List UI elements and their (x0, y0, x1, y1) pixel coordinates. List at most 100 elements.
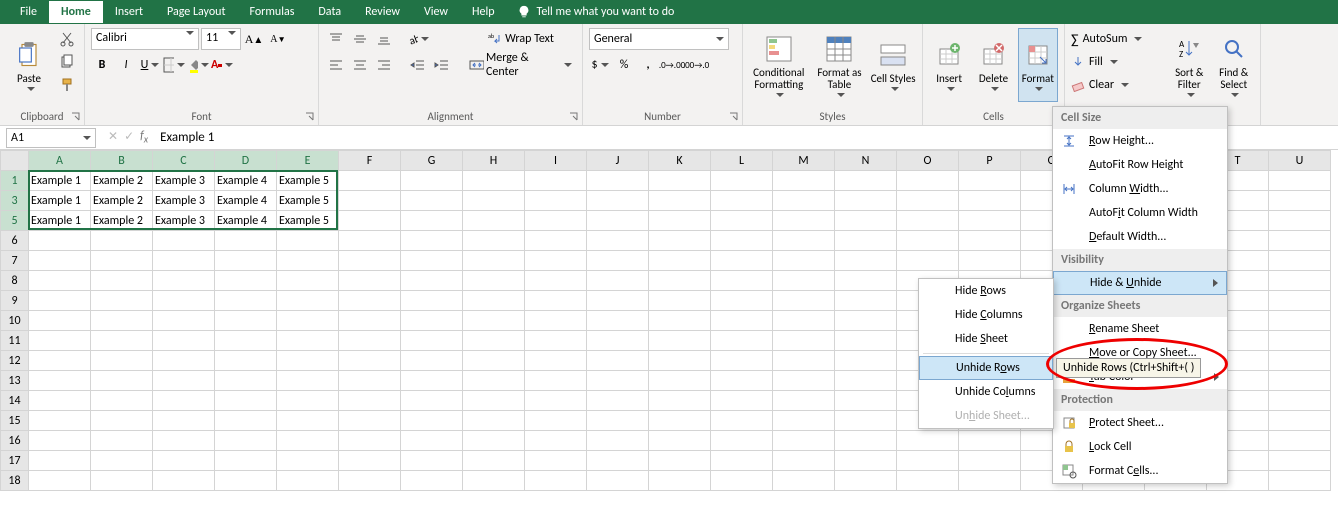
cell[interactable] (91, 351, 153, 371)
cell[interactable] (277, 291, 339, 311)
cell[interactable] (401, 291, 463, 311)
cell[interactable] (587, 431, 649, 451)
cell[interactable] (29, 371, 91, 391)
cell[interactable] (959, 171, 1021, 191)
cell[interactable] (277, 271, 339, 291)
cell[interactable] (773, 211, 835, 231)
cell[interactable] (463, 191, 525, 211)
cell[interactable] (649, 371, 711, 391)
cell[interactable] (91, 431, 153, 451)
cell[interactable] (463, 431, 525, 451)
cell[interactable] (401, 251, 463, 271)
cell[interactable] (1269, 251, 1331, 271)
menu-autofit-row[interactable]: AutoFit Row HeightAutoFit Row Height (1053, 153, 1227, 177)
cell[interactable] (215, 251, 277, 271)
cell[interactable] (215, 271, 277, 291)
row-header[interactable]: 12 (1, 351, 29, 371)
cell[interactable] (91, 471, 153, 491)
cell[interactable] (277, 311, 339, 331)
cell[interactable] (463, 411, 525, 431)
cell[interactable] (525, 451, 587, 471)
cell[interactable] (91, 331, 153, 351)
cell[interactable] (835, 451, 897, 471)
find-select-button[interactable]: Find & Select (1214, 28, 1255, 102)
cell[interactable] (835, 351, 897, 371)
cell[interactable] (587, 251, 649, 271)
cell[interactable] (215, 391, 277, 411)
cell[interactable] (401, 311, 463, 331)
cell[interactable]: Example 2 (91, 171, 153, 191)
menu-hide-columns[interactable]: Hide ColumnsHide Columns (919, 303, 1053, 327)
cell[interactable] (91, 231, 153, 251)
cell-styles-button[interactable]: Cell Styles (870, 28, 916, 102)
cell[interactable] (711, 371, 773, 391)
cell[interactable] (773, 391, 835, 411)
column-header[interactable]: J (587, 151, 649, 171)
cell[interactable] (835, 271, 897, 291)
cell[interactable] (711, 271, 773, 291)
cell[interactable] (959, 231, 1021, 251)
align-left-button[interactable] (325, 54, 347, 76)
cell[interactable] (959, 451, 1021, 471)
cell[interactable] (401, 451, 463, 471)
cell[interactable] (649, 191, 711, 211)
cell[interactable] (525, 211, 587, 231)
italic-button[interactable]: I (115, 54, 137, 76)
row-header[interactable]: 5 (1, 211, 29, 231)
cell[interactable] (897, 191, 959, 211)
cell[interactable]: Example 4 (215, 211, 277, 231)
row-header[interactable]: 11 (1, 331, 29, 351)
column-header[interactable]: O (897, 151, 959, 171)
menu-rename-sheet[interactable]: Rename SheetRename Sheet (1053, 317, 1227, 341)
cell[interactable] (959, 211, 1021, 231)
cell[interactable] (29, 311, 91, 331)
cell[interactable] (711, 331, 773, 351)
cell[interactable] (215, 311, 277, 331)
tab-insert[interactable]: Insert (103, 1, 155, 23)
font-size-select[interactable]: 11 (201, 28, 241, 50)
cell[interactable] (215, 451, 277, 471)
row-header[interactable]: 16 (1, 431, 29, 451)
cell[interactable] (711, 251, 773, 271)
cell[interactable] (773, 271, 835, 291)
cell[interactable] (339, 371, 401, 391)
menu-default-width[interactable]: Default Width...Default Width... (1053, 225, 1227, 249)
align-bottom-button[interactable] (373, 28, 395, 50)
cell[interactable] (29, 231, 91, 251)
row-header[interactable]: 1 (1, 171, 29, 191)
cell[interactable] (277, 391, 339, 411)
cell[interactable] (649, 351, 711, 371)
percent-button[interactable]: % (613, 54, 635, 76)
font-color-button[interactable]: A (211, 54, 233, 76)
cell[interactable] (587, 191, 649, 211)
cell[interactable] (525, 271, 587, 291)
cell[interactable] (525, 251, 587, 271)
row-header[interactable]: 14 (1, 391, 29, 411)
row-header[interactable]: 9 (1, 291, 29, 311)
cell[interactable] (525, 191, 587, 211)
row-header[interactable]: 6 (1, 231, 29, 251)
cell[interactable] (463, 351, 525, 371)
cell[interactable] (277, 431, 339, 451)
number-format-select[interactable]: General (589, 28, 729, 50)
cell[interactable] (959, 471, 1021, 491)
cell[interactable] (959, 431, 1021, 451)
cell[interactable] (215, 431, 277, 451)
cell[interactable] (29, 251, 91, 271)
cell[interactable] (91, 371, 153, 391)
cell[interactable] (587, 271, 649, 291)
tab-data[interactable]: Data (306, 1, 353, 23)
cell[interactable] (649, 451, 711, 471)
column-header[interactable]: B (91, 151, 153, 171)
accounting-format-button[interactable]: $ (589, 54, 611, 76)
orientation-button[interactable]: ab (407, 28, 429, 50)
cell[interactable] (711, 211, 773, 231)
cell[interactable] (587, 231, 649, 251)
cell[interactable] (339, 251, 401, 271)
cell[interactable] (959, 191, 1021, 211)
menu-unhide-columns[interactable]: Unhide ColumnsUnhide Columns (919, 380, 1053, 404)
tab-review[interactable]: Review (353, 1, 412, 23)
cell[interactable] (773, 471, 835, 491)
cell[interactable] (525, 371, 587, 391)
cell[interactable] (587, 391, 649, 411)
